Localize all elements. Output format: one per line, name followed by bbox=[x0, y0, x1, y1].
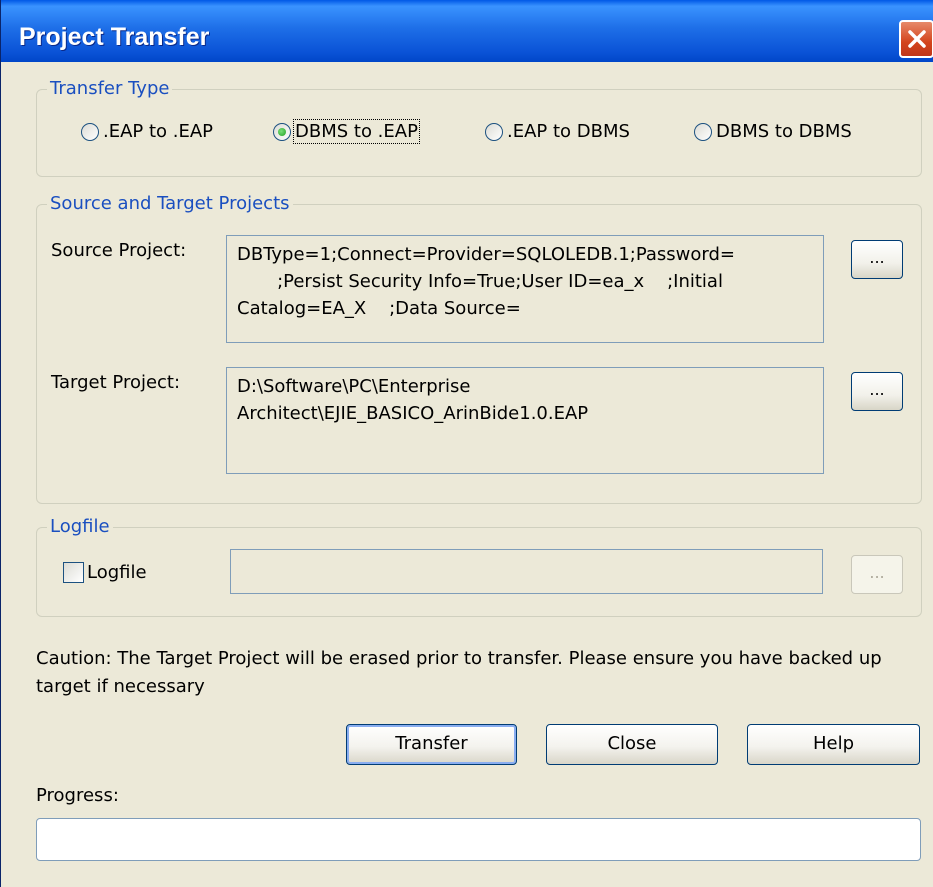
projects-legend: Source and Target Projects bbox=[47, 193, 293, 214]
help-button[interactable]: Help bbox=[747, 724, 920, 765]
close-window-button[interactable] bbox=[899, 20, 933, 58]
transfer-type-legend: Transfer Type bbox=[47, 78, 173, 99]
radio-dbms-to-dbms-label: DBMS to DBMS bbox=[716, 121, 852, 142]
logfile-checkbox-label[interactable]: Logfile bbox=[87, 562, 147, 583]
radio-eap-to-eap-label: .EAP to .EAP bbox=[103, 121, 214, 142]
logfile-checkbox[interactable] bbox=[63, 562, 84, 583]
radio-dbms-to-dbms[interactable]: DBMS to DBMS bbox=[694, 121, 852, 142]
logfile-path-field[interactable] bbox=[230, 549, 823, 594]
radio-eap-to-dbms[interactable]: .EAP to DBMS bbox=[485, 121, 630, 142]
transfer-button[interactable]: Transfer bbox=[346, 724, 517, 765]
radio-dbms-to-eap-label: DBMS to .EAP bbox=[293, 119, 420, 144]
caution-text: Caution: The Target Project will be eras… bbox=[36, 648, 882, 697]
target-browse-button[interactable]: ... bbox=[851, 372, 903, 411]
radio-selected-icon bbox=[273, 122, 291, 141]
progress-bar bbox=[36, 818, 921, 861]
radio-unselected-icon bbox=[694, 122, 712, 141]
logfile-legend: Logfile bbox=[47, 516, 113, 537]
close-button[interactable]: Close bbox=[546, 724, 718, 765]
target-project-label: Target Project: bbox=[51, 372, 181, 393]
source-browse-button[interactable]: ... bbox=[851, 240, 903, 279]
window-title: Project Transfer bbox=[19, 23, 210, 51]
radio-eap-to-dbms-label: .EAP to DBMS bbox=[507, 121, 630, 142]
radio-unselected-icon bbox=[81, 122, 99, 141]
title-bar[interactable]: Project Transfer bbox=[1, 0, 933, 62]
source-project-field[interactable]: DBType=1;Connect=Provider=SQLOLEDB.1;Pas… bbox=[226, 235, 824, 343]
progress-label: Progress: bbox=[36, 785, 119, 806]
radio-eap-to-eap[interactable]: .EAP to .EAP bbox=[81, 121, 213, 142]
logfile-browse-button[interactable]: ... bbox=[851, 555, 903, 594]
radio-dbms-to-eap[interactable]: DBMS to .EAP bbox=[273, 119, 420, 144]
radio-unselected-icon bbox=[485, 122, 503, 141]
project-transfer-dialog: Project Transfer Transfer Type .EAP to .… bbox=[0, 0, 933, 887]
source-project-label: Source Project: bbox=[51, 240, 187, 261]
target-project-field[interactable]: D:\Software\PC\Enterprise Architect\EJIE… bbox=[226, 367, 824, 474]
